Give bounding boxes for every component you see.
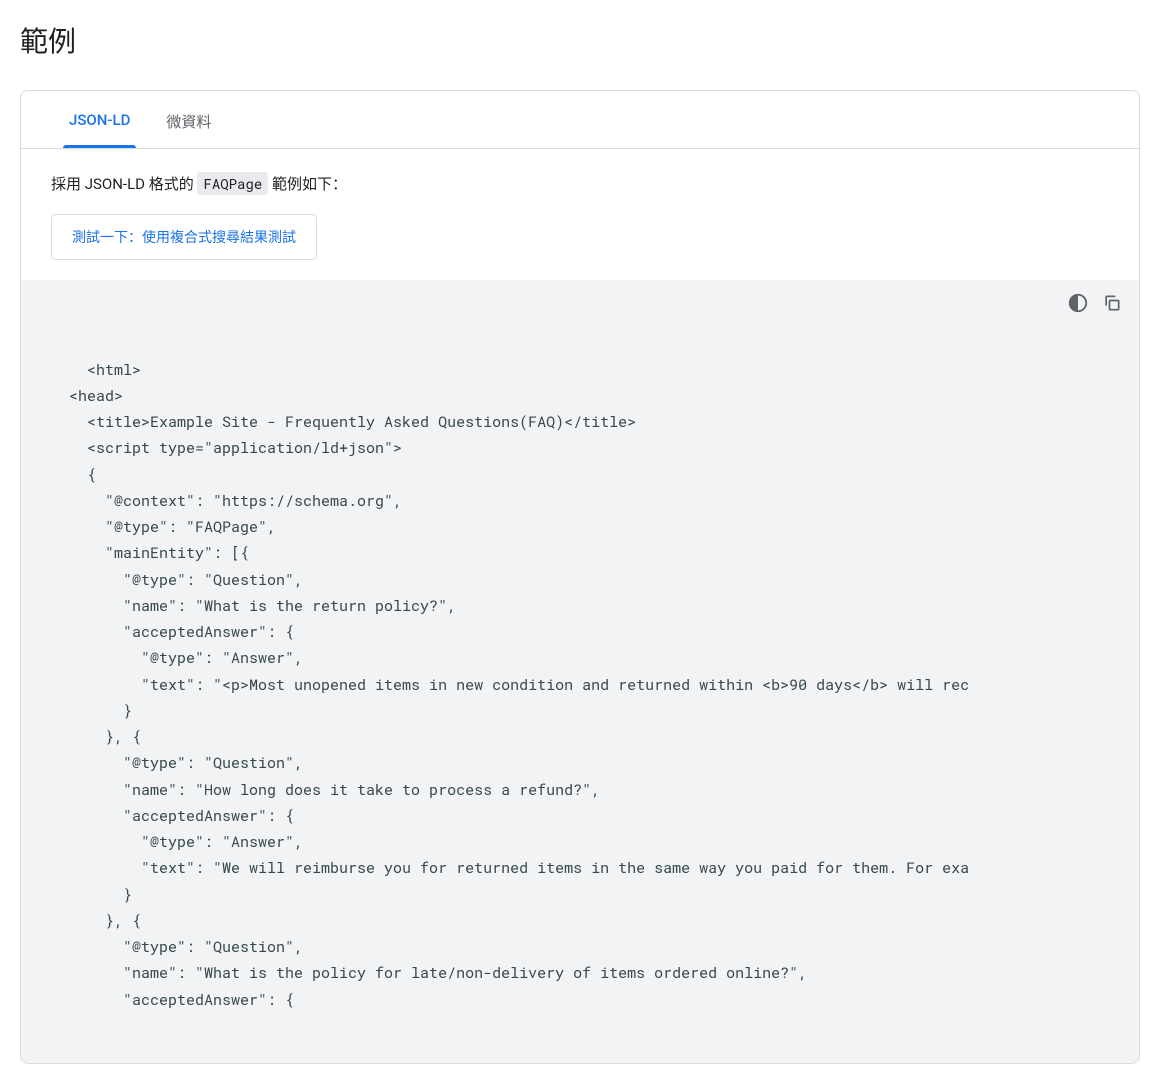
example-card: JSON-LD 微資料 採用 JSON-LD 格式的 FAQPage 範例如下：… bbox=[20, 90, 1140, 1064]
theme-toggle-icon[interactable] bbox=[1067, 292, 1089, 314]
tab-bar: JSON-LD 微資料 bbox=[21, 91, 1139, 149]
desc-prefix: 採用 JSON-LD 格式的 bbox=[51, 175, 197, 193]
tab-microdata[interactable]: 微資料 bbox=[148, 91, 229, 148]
test-rich-results-button[interactable]: 測試一下：使用複合式搜尋結果測試 bbox=[51, 214, 317, 260]
code-toolbar bbox=[1067, 292, 1123, 314]
desc-suffix: 範例如下： bbox=[268, 175, 347, 193]
content-section: 採用 JSON-LD 格式的 FAQPage 範例如下： 測試一下：使用複合式搜… bbox=[21, 149, 1139, 280]
description-text: 採用 JSON-LD 格式的 FAQPage 範例如下： bbox=[51, 173, 1109, 194]
code-block: <html> <head> <title>Example Site - Freq… bbox=[21, 280, 1139, 1063]
desc-code: FAQPage bbox=[197, 172, 268, 195]
code-content: <html> <head> <title>Example Site - Freq… bbox=[51, 360, 969, 1010]
copy-icon[interactable] bbox=[1101, 292, 1123, 314]
page-title: 範例 bbox=[20, 20, 1140, 60]
tab-jsonld[interactable]: JSON-LD bbox=[51, 91, 148, 148]
